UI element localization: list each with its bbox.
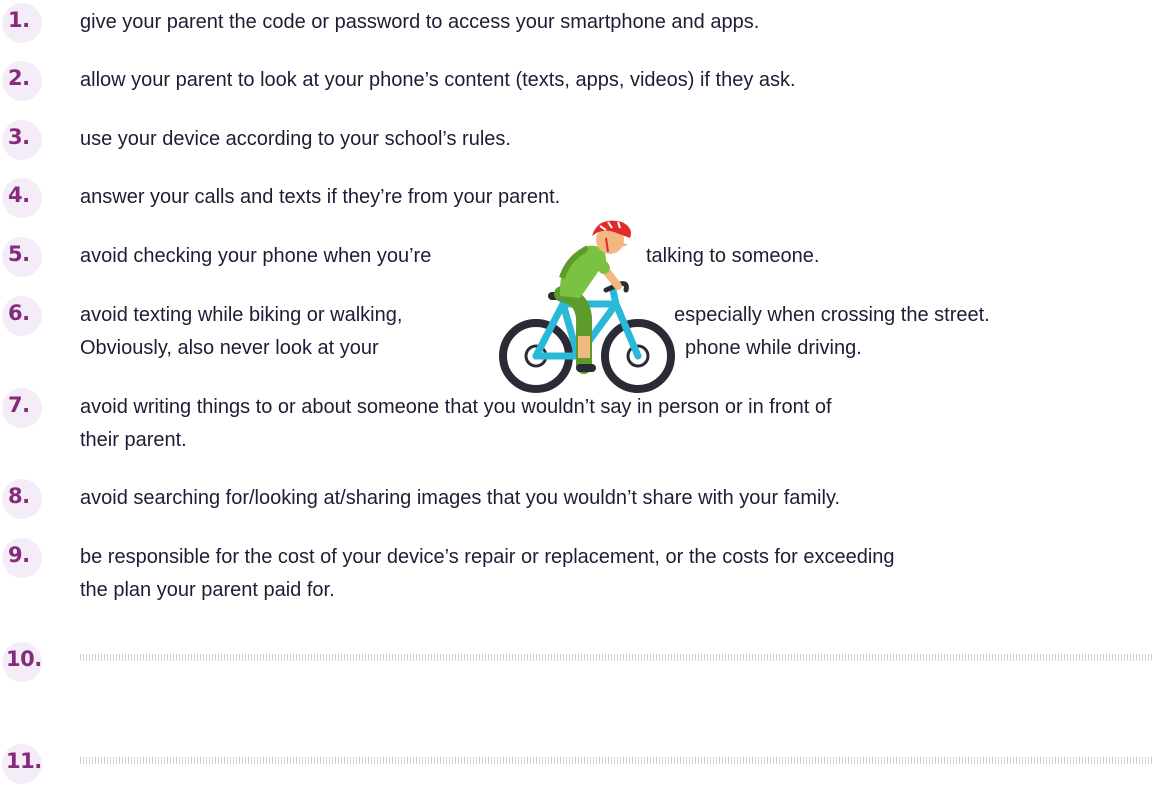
item-number: 1.	[8, 8, 30, 32]
item-text: use your device according to your school…	[80, 128, 511, 150]
item-text-line2: Obviously, also never look at your	[80, 337, 379, 359]
item-number: 8.	[8, 484, 30, 508]
item-text: allow your parent to look at your phone’…	[80, 69, 796, 91]
item-text: avoid texting while biking or walking,	[80, 304, 403, 326]
item-number: 6.	[8, 301, 30, 325]
item-text: give your parent the code or password to…	[80, 11, 760, 33]
item-number: 9.	[8, 543, 30, 567]
item-text: be responsible for the cost of your devi…	[80, 546, 895, 568]
item-number: 4.	[8, 183, 30, 207]
item-text: answer your calls and texts if they’re f…	[80, 186, 561, 208]
item-text-continued: especially when crossing the street.	[674, 304, 990, 326]
item-text: avoid searching for/looking at/sharing i…	[80, 487, 841, 509]
item-text-line2: their parent.	[80, 429, 187, 451]
item-text: avoid writing things to or about someone…	[80, 396, 832, 418]
item-number: 7.	[8, 393, 30, 417]
item-number: 5.	[8, 242, 30, 266]
item-number: 10.	[6, 647, 42, 671]
item-number: 3.	[8, 125, 30, 149]
item-text-line2: the plan your parent paid for.	[80, 579, 335, 601]
write-in-line[interactable]	[80, 757, 1152, 764]
cyclist-illustration	[499, 220, 675, 393]
item-text-line2-continued: phone while driving.	[685, 337, 862, 359]
item-number: 2.	[8, 66, 30, 90]
item-number: 11.	[6, 749, 42, 773]
item-text: avoid checking your phone when you’re	[80, 245, 432, 267]
write-in-line[interactable]	[80, 654, 1152, 661]
